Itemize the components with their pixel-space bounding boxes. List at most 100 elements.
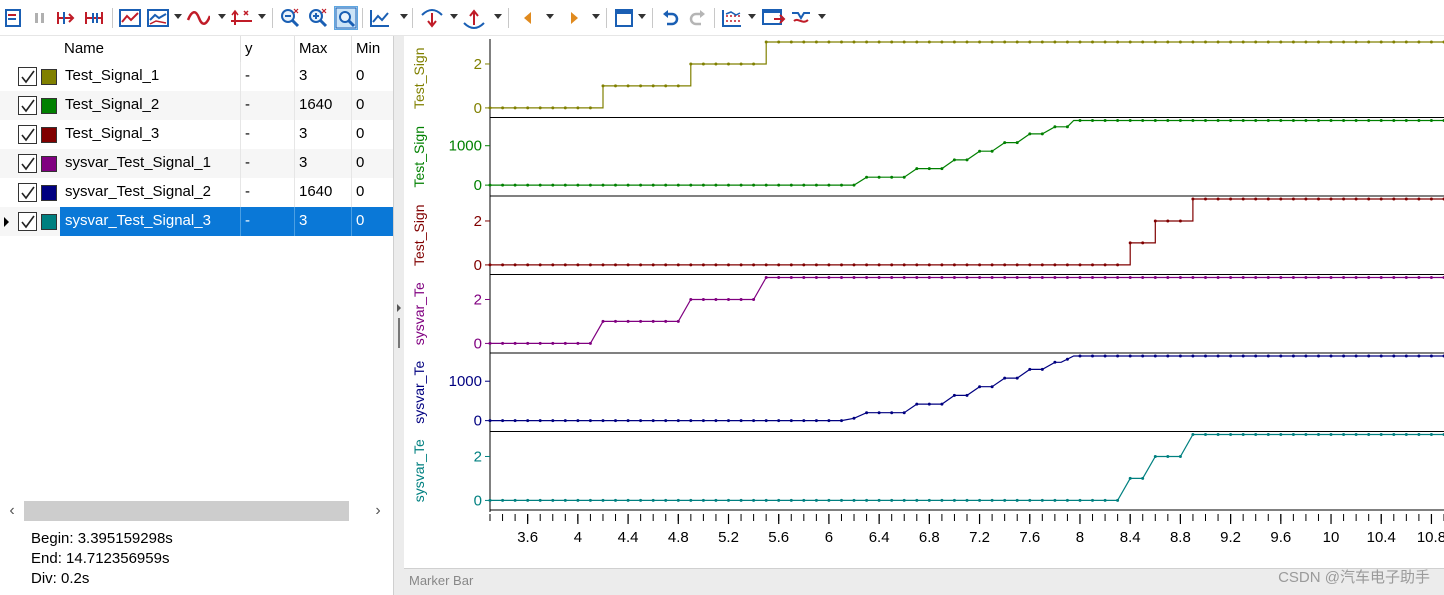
sample-point (526, 498, 530, 502)
line-chart-icon[interactable] (368, 6, 392, 30)
visibility-checkbox[interactable] (18, 212, 37, 231)
next-marker-icon[interactable] (562, 6, 586, 30)
signal-row[interactable]: Test_Signal_2 - 1640 0 (0, 91, 393, 120)
sync-icon[interactable] (790, 6, 814, 30)
sample-point (1116, 498, 1120, 502)
redo-icon[interactable] (686, 6, 710, 30)
sample-point (576, 419, 580, 423)
step-up-dropdown-icon[interactable] (450, 14, 458, 19)
horizontal-scrollbar[interactable]: ‹ › (0, 498, 393, 524)
sample-point (526, 106, 530, 110)
scroll-right-icon[interactable]: › (368, 502, 388, 520)
marker-bar-label: Marker Bar (409, 573, 474, 588)
sample-point (1166, 354, 1170, 358)
x-tick-label: 6.8 (919, 529, 940, 546)
signal-color-swatch[interactable] (41, 185, 57, 201)
sample-point (1279, 197, 1283, 201)
signal-color-swatch[interactable] (41, 98, 57, 114)
sample-point (990, 263, 994, 267)
sample-point (727, 298, 730, 301)
chart-style-dropdown-icon[interactable] (174, 14, 182, 19)
signal-color-swatch[interactable] (41, 156, 57, 172)
signal-chart[interactable]: Test_Sign 0 2 Test_Sign 0 1000 Test_Sign 0 2 sysv… (404, 36, 1444, 595)
signal-row[interactable]: sysvar_Test_Signal_1 - 3 0 (0, 149, 393, 178)
signal-row[interactable]: Test_Signal_3 - 3 0 (0, 120, 393, 149)
sample-point (965, 276, 969, 279)
step-up-icon[interactable] (420, 6, 444, 30)
window-icon[interactable] (612, 6, 636, 30)
zoom-out-icon[interactable] (278, 6, 302, 30)
sync-dropdown-icon[interactable] (818, 14, 826, 19)
cursor-both-icon[interactable] (82, 6, 106, 30)
zoom-in-icon[interactable] (306, 6, 330, 30)
signal-color-swatch[interactable] (41, 127, 57, 143)
signal-row[interactable]: sysvar_Test_Signal_2 - 1640 0 (0, 178, 393, 207)
visibility-checkbox[interactable] (18, 154, 37, 173)
sample-point (614, 183, 617, 187)
axis-xy-icon[interactable] (230, 6, 254, 30)
sample-point (576, 106, 580, 110)
y-tick-label: 0 (474, 177, 482, 194)
sample-point (852, 263, 856, 267)
window-dropdown-icon[interactable] (638, 14, 646, 19)
scroll-left-icon[interactable]: ‹ (2, 502, 22, 520)
signal-row[interactable]: sysvar_Test_Signal_3 - 3 0 (0, 207, 393, 236)
sample-point (1053, 40, 1057, 44)
chart-style-icon[interactable] (146, 6, 170, 30)
sample-point (1266, 354, 1270, 358)
wave-icon[interactable] (186, 6, 210, 30)
wave-dropdown-icon[interactable] (218, 14, 226, 19)
sample-point (488, 263, 492, 267)
column-header-min[interactable]: Min (352, 36, 380, 62)
sample-point (1141, 40, 1145, 44)
sample-point (501, 498, 505, 502)
measure-icon[interactable] (720, 6, 744, 30)
sample-point (877, 263, 881, 267)
sample-point (1204, 119, 1207, 122)
step-down-icon[interactable] (462, 6, 486, 30)
signal-row[interactable]: Test_Signal_1 - 3 0 (0, 62, 393, 91)
measure-dropdown-icon[interactable] (748, 14, 756, 19)
sample-point (877, 175, 881, 179)
column-header-max[interactable]: Max (295, 36, 327, 62)
sample-point (1304, 354, 1308, 358)
chart-plot-area[interactable]: Test_Sign 02Test_Sign 01000Test_Sign 02sysv… (404, 36, 1444, 568)
line-chart-dropdown-icon[interactable] (400, 14, 408, 19)
sample-point (626, 263, 630, 267)
visibility-checkbox[interactable] (18, 96, 37, 115)
pause-icon[interactable] (28, 6, 52, 30)
sample-point (1128, 354, 1132, 358)
sample-point (777, 183, 781, 187)
sample-point (802, 263, 806, 267)
sample-point (789, 276, 793, 279)
visibility-checkbox[interactable] (18, 183, 37, 202)
sample-point (1015, 263, 1019, 267)
sample-point (1229, 354, 1233, 358)
column-header-y[interactable]: y (241, 36, 253, 62)
sample-point (940, 276, 944, 279)
signal-color-swatch[interactable] (41, 69, 57, 85)
splitter-grip-icon[interactable] (397, 304, 401, 354)
sample-point (1417, 40, 1421, 44)
chart-view-icon[interactable] (118, 6, 142, 30)
visibility-checkbox[interactable] (18, 125, 37, 144)
visibility-checkbox[interactable] (18, 67, 37, 86)
column-header-name[interactable]: Name (60, 36, 104, 62)
export-icon[interactable] (762, 6, 786, 30)
sample-point (588, 498, 592, 502)
step-down-dropdown-icon[interactable] (494, 14, 502, 19)
sample-point (940, 167, 944, 171)
prev-marker-dropdown-icon[interactable] (546, 14, 554, 19)
axis-dropdown-icon[interactable] (258, 14, 266, 19)
prev-marker-icon[interactable] (516, 6, 540, 30)
zoom-fit-icon[interactable] (334, 6, 358, 30)
sample-point (1065, 498, 1069, 502)
next-marker-dropdown-icon[interactable] (592, 14, 600, 19)
signal-list-icon[interactable] (2, 6, 26, 30)
panel-splitter[interactable] (393, 36, 404, 595)
undo-icon[interactable] (658, 6, 682, 30)
sample-point (1279, 40, 1283, 44)
cursor-left-icon[interactable] (54, 6, 78, 30)
signal-color-swatch[interactable] (41, 214, 57, 230)
scrollbar-thumb[interactable] (24, 501, 349, 521)
